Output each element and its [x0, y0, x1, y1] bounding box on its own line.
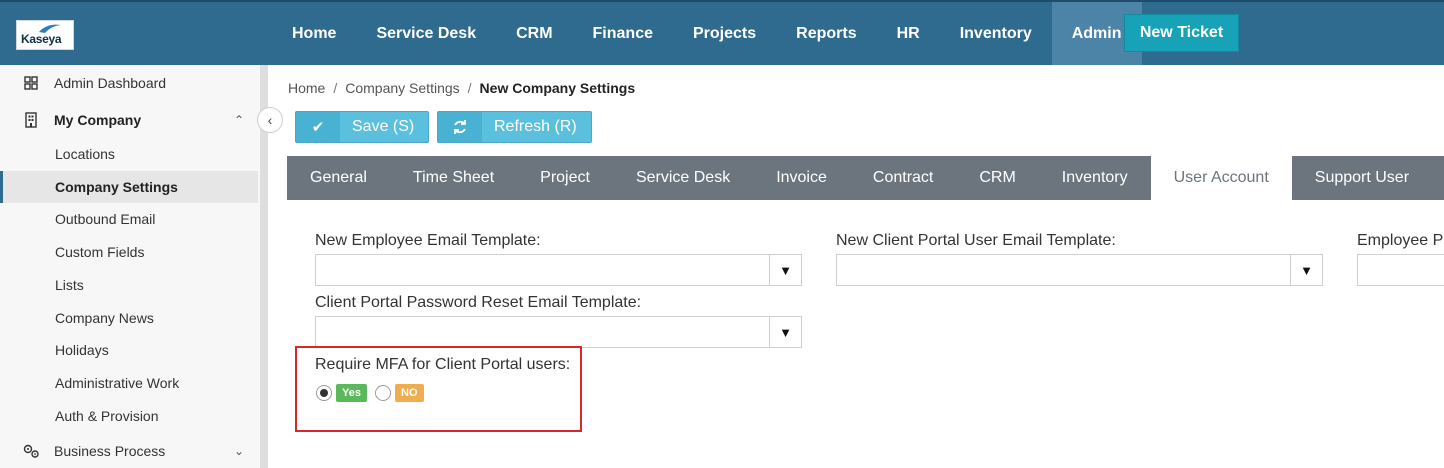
tab-invoice[interactable]: Invoice [753, 156, 850, 200]
kaseya-logo[interactable]: Kaseya [16, 20, 74, 50]
client-portal-reset-label: Client Portal Password Reset Email Templ… [315, 294, 642, 311]
sidebar-item-label: Lists [55, 277, 84, 293]
nav-service-desk[interactable]: Service Desk [356, 2, 496, 65]
check-icon: ✔ [296, 112, 340, 142]
save-button-label: Save (S) [352, 118, 415, 135]
nav-crm[interactable]: CRM [496, 2, 572, 65]
refresh-button-label: Refresh (R) [494, 118, 577, 135]
sidebar-item-label: Locations [55, 146, 115, 162]
sidebar-item-label: Company News [55, 310, 154, 326]
tab-inventory[interactable]: Inventory [1039, 156, 1151, 200]
mfa-no-badge[interactable]: NO [395, 384, 424, 402]
top-navigation-bar: Kaseya Home Service Desk CRM Finance Pro… [0, 0, 1444, 65]
sidebar-item-my-company[interactable]: My Company ⌃ [0, 104, 258, 136]
breadcrumb-separator: / [467, 80, 472, 96]
tab-user-account[interactable]: User Account [1150, 156, 1292, 200]
refresh-icon [438, 112, 482, 142]
save-button[interactable]: ✔ Save (S) [295, 111, 429, 143]
sidebar-item-label: Business Process [54, 443, 166, 459]
main-nav: Home Service Desk CRM Finance Projects R… [272, 2, 1142, 65]
breadcrumb-separator: / [333, 80, 338, 96]
tab-support-user[interactable]: Support User [1292, 156, 1432, 200]
nav-reports[interactable]: Reports [776, 2, 876, 65]
employee-password-select[interactable] [1357, 254, 1444, 286]
chevron-down-icon[interactable]: ⌄ [234, 444, 244, 458]
chevron-up-icon[interactable]: ⌃ [234, 113, 244, 127]
dropdown-arrow-icon[interactable]: ▼ [769, 317, 801, 347]
sidebar-item-company-news[interactable]: Company News [0, 302, 258, 334]
new-client-portal-email-select[interactable]: ▼ [836, 254, 1323, 286]
sidebar-item-lists[interactable]: Lists [0, 269, 258, 301]
building-icon [22, 111, 40, 129]
sidebar-item-outbound-email[interactable]: Outbound Email [0, 203, 258, 235]
sidebar: Admin Dashboard My Company ⌃ Locations C… [0, 65, 268, 468]
sidebar-item-business-process[interactable]: Business Process ⌄ [0, 435, 258, 467]
sidebar-item-label: Administrative Work [55, 375, 180, 391]
dropdown-arrow-icon[interactable]: ▼ [769, 255, 801, 285]
nav-home[interactable]: Home [272, 2, 356, 65]
collapse-sidebar-button[interactable]: ‹ [257, 107, 283, 133]
nav-hr[interactable]: HR [877, 2, 940, 65]
breadcrumb-company-settings[interactable]: Company Settings [345, 80, 459, 96]
nav-inventory[interactable]: Inventory [940, 2, 1052, 65]
nav-finance[interactable]: Finance [573, 2, 673, 65]
sidebar-item-label: Company Settings [55, 179, 178, 195]
sidebar-item-label: Auth & Provision [55, 408, 159, 424]
new-client-portal-email-label: New Client Portal User Email Template: [836, 232, 1116, 249]
sidebar-item-custom-fields[interactable]: Custom Fields [0, 236, 258, 268]
chevron-left-icon: ‹ [267, 112, 273, 128]
sidebar-item-holidays[interactable]: Holidays [0, 334, 258, 366]
nav-projects[interactable]: Projects [673, 2, 776, 65]
mfa-yes-radio[interactable] [316, 385, 332, 401]
sidebar-item-locations[interactable]: Locations [0, 138, 258, 170]
tab-crm[interactable]: CRM [956, 156, 1038, 200]
breadcrumb-current: New Company Settings [479, 80, 636, 96]
logo-text: Kaseya [21, 32, 62, 46]
breadcrumb: Home / Company Settings / New Company Settin… [288, 80, 635, 96]
tab-contract[interactable]: Contract [850, 156, 956, 200]
refresh-button[interactable]: Refresh (R) [437, 111, 592, 143]
breadcrumb-home[interactable]: Home [288, 80, 325, 96]
settings-tabs: General Time Sheet Project Service Desk … [287, 156, 1444, 200]
new-employee-email-select[interactable]: ▼ [315, 254, 802, 286]
sidebar-item-label: Admin Dashboard [54, 75, 167, 91]
tab-service-desk[interactable]: Service Desk [613, 156, 753, 200]
client-portal-reset-select[interactable]: ▼ [315, 316, 802, 348]
tab-time-sheet[interactable]: Time Sheet [390, 156, 517, 200]
sidebar-item-label: Holidays [55, 342, 109, 358]
sidebar-item-admin-dashboard[interactable]: Admin Dashboard [0, 67, 258, 99]
employee-password-label: Employee Pa [1357, 232, 1444, 249]
mfa-yes-badge[interactable]: Yes [336, 384, 367, 402]
grid-icon [22, 74, 40, 92]
sidebar-item-administrative-work[interactable]: Administrative Work [0, 367, 258, 399]
sidebar-item-label: Outbound Email [55, 211, 156, 227]
new-employee-email-label: New Employee Email Template: [315, 232, 541, 249]
sidebar-item-auth-provision[interactable]: Auth & Provision [0, 400, 258, 432]
tab-project[interactable]: Project [517, 156, 613, 200]
sidebar-item-label: My Company [54, 112, 142, 128]
tab-general[interactable]: General [287, 156, 390, 200]
dropdown-arrow-icon[interactable]: ▼ [1290, 255, 1322, 285]
sidebar-item-company-settings[interactable]: Company Settings [0, 171, 258, 203]
logo-area: Kaseya [0, 2, 268, 65]
new-ticket-button[interactable]: New Ticket [1124, 14, 1239, 52]
gears-icon [22, 442, 40, 460]
sidebar-item-label: Custom Fields [55, 244, 145, 260]
mfa-label: Require MFA for Client Portal users: [315, 356, 571, 373]
mfa-no-radio[interactable] [375, 385, 391, 401]
